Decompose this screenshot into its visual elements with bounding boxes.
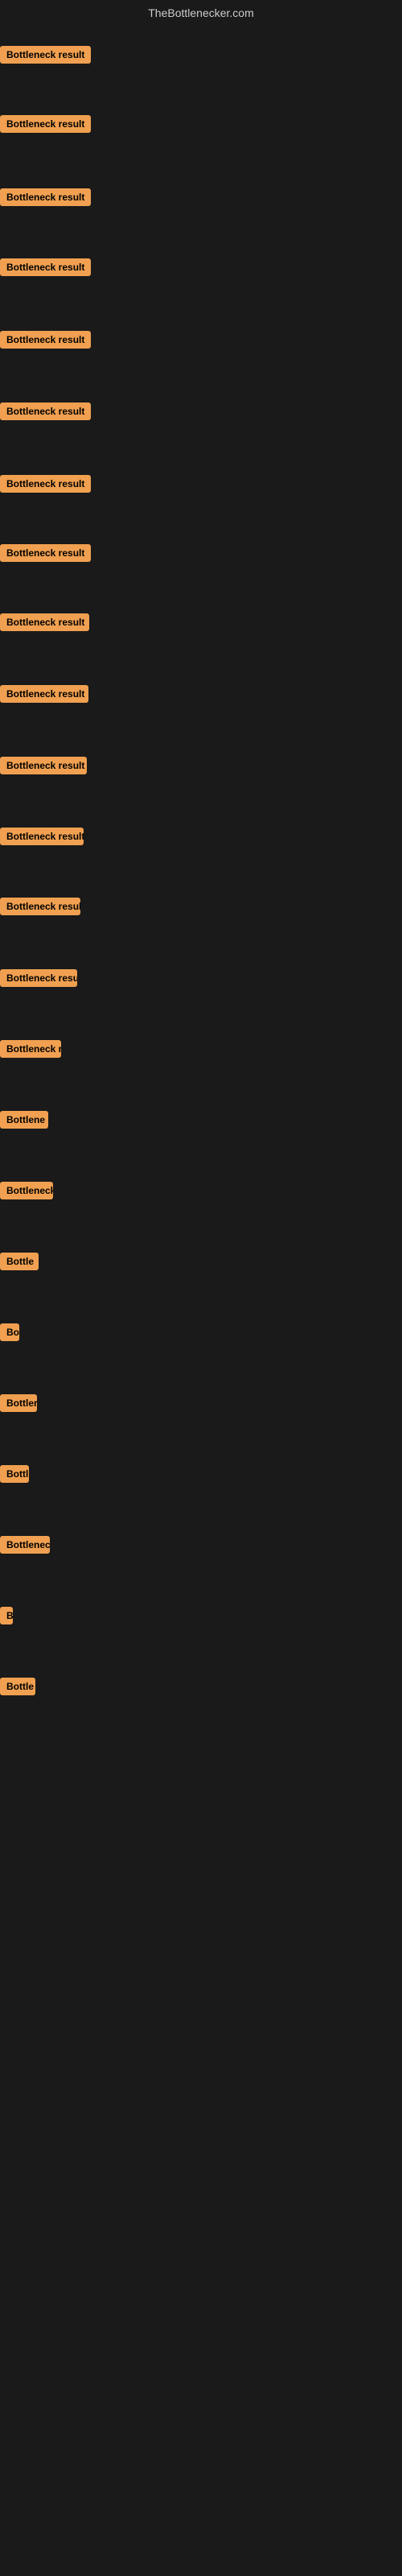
bottleneck-badge-container-5: Bottleneck result [0,331,91,353]
bottleneck-badge-21[interactable]: Bottl [0,1465,29,1483]
bottleneck-badge-container-23: B [0,1607,13,1629]
bottleneck-badge-3[interactable]: Bottleneck result [0,188,91,206]
bottleneck-badge-7[interactable]: Bottleneck result [0,475,91,493]
bottleneck-badge-6[interactable]: Bottleneck result [0,402,91,420]
bottleneck-badge-container-2: Bottleneck result [0,115,91,137]
bottleneck-badge-12[interactable]: Bottleneck result [0,828,84,845]
bottleneck-badge-15[interactable]: Bottleneck r [0,1040,61,1058]
bottleneck-badge-container-3: Bottleneck result [0,188,91,210]
bottleneck-badge-24[interactable]: Bottle [0,1678,35,1695]
bottleneck-badge-20[interactable]: Bottler [0,1394,37,1412]
bottleneck-badge-container-16: Bottlene [0,1111,48,1133]
bottleneck-badge-container-9: Bottleneck result [0,613,89,635]
bottleneck-badge-container-7: Bottleneck result [0,475,91,497]
bottleneck-badge-10[interactable]: Bottleneck result [0,685,88,703]
bottleneck-badge-17[interactable]: Bottleneck [0,1182,53,1199]
bottleneck-badge-container-1: Bottleneck result [0,46,91,68]
bottleneck-badge-container-20: Bottler [0,1394,37,1416]
bottleneck-badge-container-12: Bottleneck result [0,828,84,849]
bottleneck-badge-14[interactable]: Bottleneck result [0,969,77,987]
bottleneck-badge-container-15: Bottleneck r [0,1040,61,1062]
bottleneck-badge-19[interactable]: Bo [0,1323,19,1341]
bottleneck-badge-18[interactable]: Bottle [0,1253,39,1270]
bottleneck-badge-container-22: Bottlenec [0,1536,50,1558]
site-title: TheBottlenecker.com [0,0,402,26]
bottleneck-badge-container-11: Bottleneck result [0,757,87,778]
bottleneck-badge-22[interactable]: Bottlenec [0,1536,50,1554]
bottleneck-badge-4[interactable]: Bottleneck result [0,258,91,276]
bottleneck-badge-16[interactable]: Bottlene [0,1111,48,1129]
bottleneck-badge-9[interactable]: Bottleneck result [0,613,89,631]
bottleneck-badge-container-19: Bo [0,1323,19,1345]
bottleneck-badge-23[interactable]: B [0,1607,13,1624]
bottleneck-badge-container-8: Bottleneck result [0,544,91,566]
bottleneck-badge-container-10: Bottleneck result [0,685,88,707]
bottleneck-badge-11[interactable]: Bottleneck result [0,757,87,774]
bottleneck-badge-5[interactable]: Bottleneck result [0,331,91,349]
bottleneck-badge-13[interactable]: Bottleneck result [0,898,80,915]
bottleneck-badge-container-18: Bottle [0,1253,39,1274]
bottleneck-badge-container-14: Bottleneck result [0,969,77,991]
bottleneck-badge-container-6: Bottleneck result [0,402,91,424]
bottleneck-badge-container-17: Bottleneck [0,1182,53,1203]
bottleneck-badge-container-21: Bottl [0,1465,29,1487]
bottleneck-badge-container-4: Bottleneck result [0,258,91,280]
bottleneck-badge-container-24: Bottle [0,1678,35,1699]
bottleneck-badge-8[interactable]: Bottleneck result [0,544,91,562]
bottleneck-badge-1[interactable]: Bottleneck result [0,46,91,64]
bottleneck-badge-2[interactable]: Bottleneck result [0,115,91,133]
bottleneck-badge-container-13: Bottleneck result [0,898,80,919]
